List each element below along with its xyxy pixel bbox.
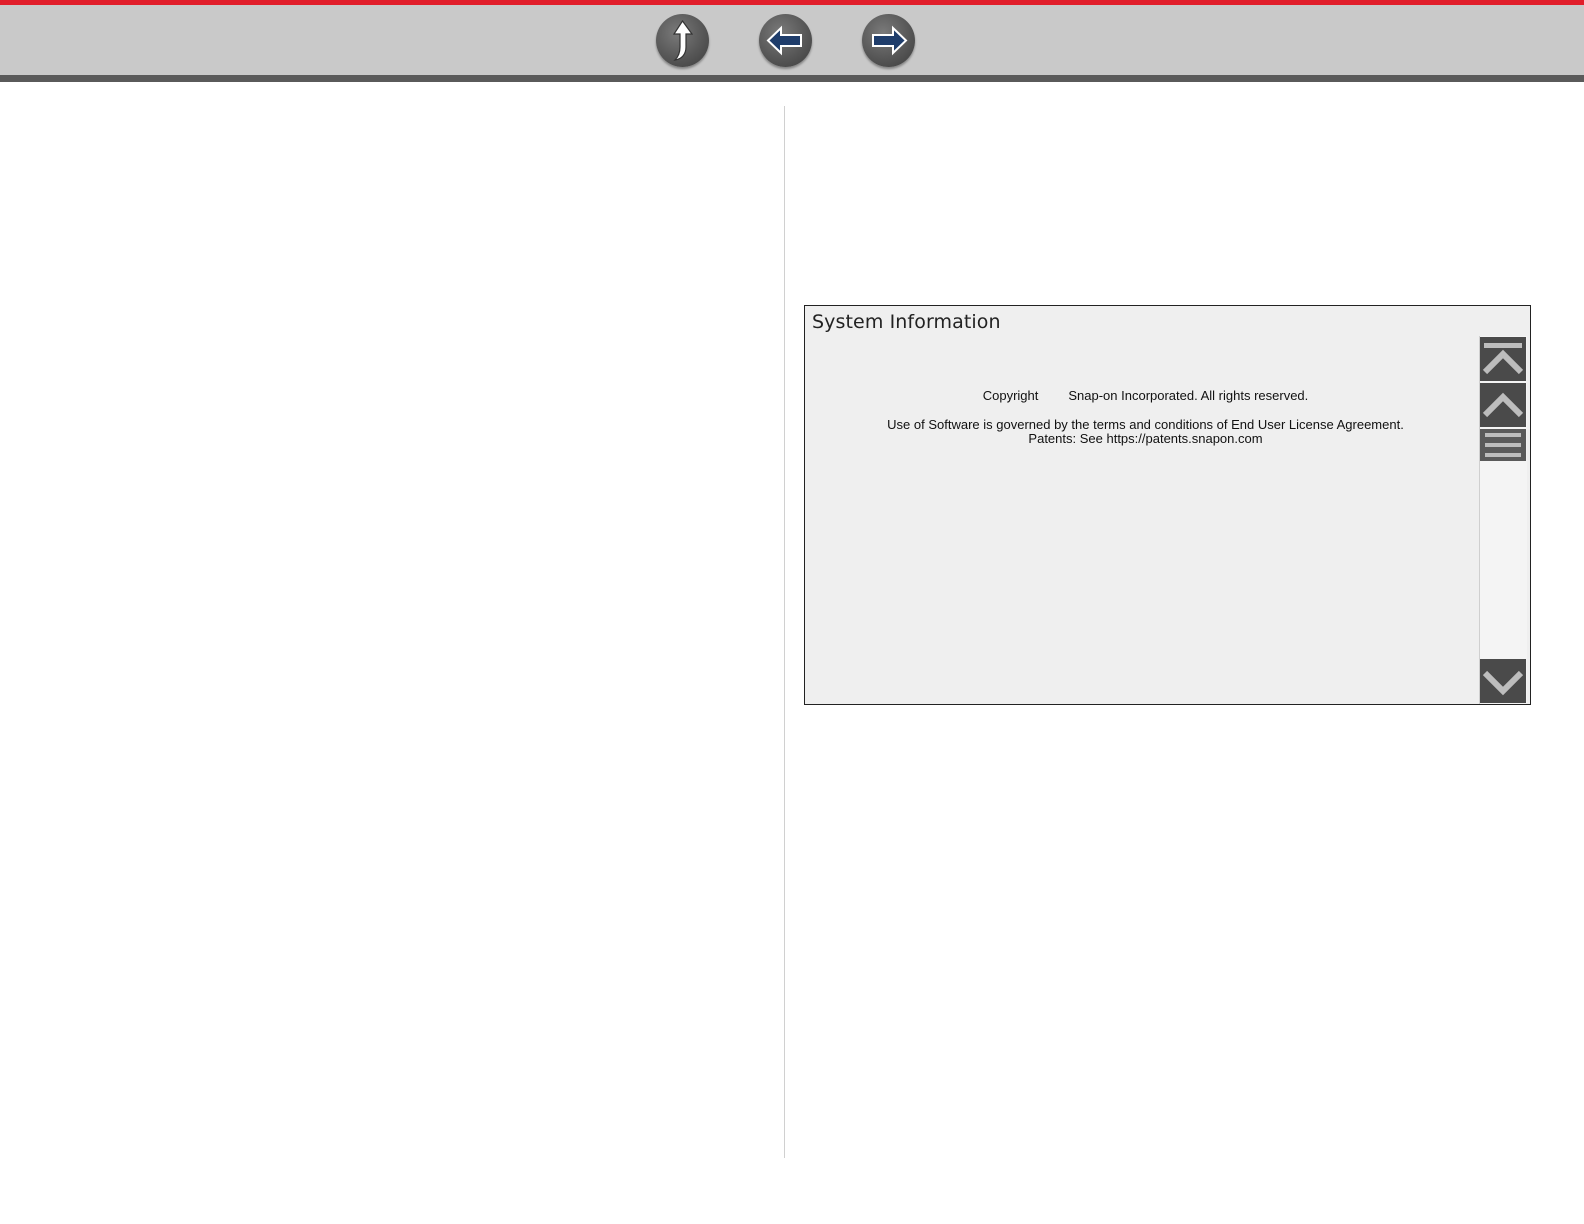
- scroll-down-button[interactable]: [1480, 659, 1526, 703]
- column-divider: [784, 106, 785, 1158]
- scroll-up-button[interactable]: [1480, 383, 1526, 427]
- scroll-up-icon: [1482, 392, 1524, 418]
- license-text: Use of Software is governed by the terms…: [887, 417, 1404, 432]
- patents-text: Patents: See https://patents.snapon.com: [1028, 431, 1263, 446]
- up-arrow-icon: [672, 19, 694, 61]
- back-button[interactable]: [759, 14, 812, 67]
- copyright-label: Copyright: [982, 388, 1039, 403]
- scroll-thumb[interactable]: [1480, 429, 1526, 461]
- info-content: Copyright Snap-on Incorporated. All right…: [813, 336, 1478, 701]
- copyright-text: Snap-on Incorporated. All rights reserve…: [1068, 388, 1309, 403]
- screen-title: System Information: [812, 311, 1001, 333]
- forward-button[interactable]: [862, 14, 915, 67]
- top-toolbar: [0, 0, 1584, 82]
- forward-arrow-icon: [872, 25, 908, 56]
- scroll-to-top-icon: [1482, 343, 1524, 375]
- toolbar-bottom-stripe: [0, 75, 1584, 82]
- copyright-line: Copyright Snap-on Incorporated. All right…: [813, 388, 1478, 403]
- scroll-down-icon: [1482, 670, 1524, 696]
- back-arrow-icon: [766, 25, 802, 56]
- up-button[interactable]: [656, 14, 709, 67]
- scroll-to-top-button[interactable]: [1480, 337, 1526, 381]
- scroll-thumb-icon: [1485, 433, 1521, 457]
- scrollbar[interactable]: [1479, 336, 1527, 704]
- system-information-screen: System Information Copyright Snap-on Inco…: [804, 305, 1531, 705]
- accent-stripe: [0, 0, 1584, 5]
